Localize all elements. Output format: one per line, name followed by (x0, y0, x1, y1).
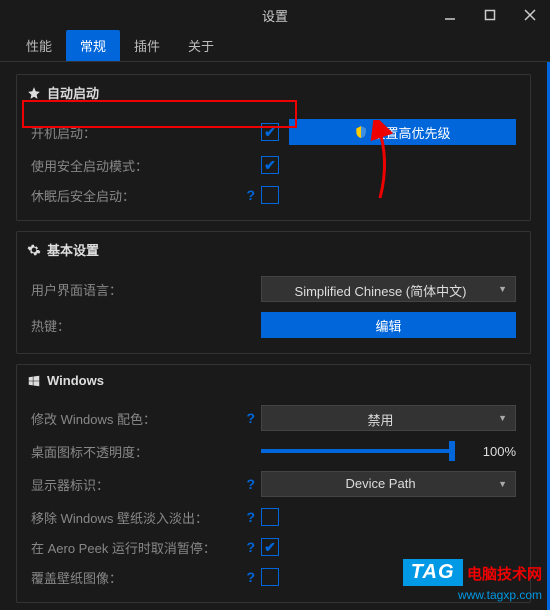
help-icon[interactable]: ? (246, 509, 255, 525)
checkbox-safe-mode[interactable] (261, 156, 279, 174)
tab-general[interactable]: 常规 (66, 30, 120, 61)
window-title: 设置 (262, 6, 288, 25)
dropdown-monitor-id[interactable]: Device Path (261, 471, 516, 497)
titlebar: 设置 (0, 0, 550, 30)
help-icon[interactable]: ? (246, 569, 255, 585)
checkbox-remove-fade[interactable] (261, 508, 279, 526)
section-autostart: 自动启动 开机启动： 设置高优先级 使用安全启动模式： (16, 74, 531, 221)
slider-icon-opacity[interactable] (261, 449, 452, 453)
checkbox-boot-start[interactable] (261, 123, 279, 141)
label-remove-fade: 移除 Windows 壁纸淡入淡出： (31, 508, 208, 527)
label-boot-start: 开机启动： (31, 123, 261, 142)
watermark: TAG 电脑技术网 www.tagxp.com (403, 559, 542, 604)
label-safe-mode: 使用安全启动模式： (31, 156, 261, 175)
set-high-priority-button[interactable]: 设置高优先级 (289, 119, 516, 145)
watermark-text2: www.tagxp.com (458, 588, 542, 602)
dropdown-language[interactable]: Simplified Chinese (简体中文) (261, 276, 516, 302)
star-icon (27, 86, 41, 100)
label-monitor-id: 显示器标识： (31, 475, 109, 494)
tab-plugins[interactable]: 插件 (120, 30, 174, 61)
watermark-badge: TAG (403, 559, 463, 586)
label-sleep-start: 休眠后安全启动： (31, 186, 135, 205)
checkbox-cover-wallpaper[interactable] (261, 568, 279, 586)
tab-performance[interactable]: 性能 (12, 30, 66, 61)
label-cover-wallpaper: 覆盖壁纸图像： (31, 568, 122, 587)
dropdown-windows-color[interactable]: 禁用 (261, 405, 516, 431)
section-basic: 基本设置 用户界面语言： Simplified Chinese (简体中文) 热… (16, 231, 531, 354)
shield-icon (354, 125, 368, 139)
help-icon[interactable]: ? (246, 539, 255, 555)
gear-icon (27, 243, 41, 257)
help-icon[interactable]: ? (246, 187, 255, 203)
watermark-text1: 电脑技术网 (467, 563, 542, 584)
tab-about[interactable]: 关于 (174, 30, 228, 61)
windows-icon (27, 374, 41, 388)
label-hotkey: 热键： (31, 316, 261, 335)
edit-hotkey-button[interactable]: 编辑 (261, 312, 516, 338)
maximize-button[interactable] (470, 0, 510, 30)
minimize-button[interactable] (430, 0, 470, 30)
label-windows-color: 修改 Windows 配色： (31, 409, 156, 428)
checkbox-sleep-start[interactable] (261, 186, 279, 204)
tabs: 性能 常规 插件 关于 (0, 30, 550, 62)
label-icon-opacity: 桌面图标不透明度： (31, 442, 261, 461)
help-icon[interactable]: ? (246, 410, 255, 426)
label-aero-peek: 在 Aero Peek 运行时取消暂停： (31, 538, 216, 557)
opacity-value: 100% (472, 444, 516, 459)
label-ui-language: 用户界面语言： (31, 280, 261, 299)
close-button[interactable] (510, 0, 550, 30)
checkbox-aero-peek[interactable] (261, 538, 279, 556)
help-icon[interactable]: ? (246, 476, 255, 492)
